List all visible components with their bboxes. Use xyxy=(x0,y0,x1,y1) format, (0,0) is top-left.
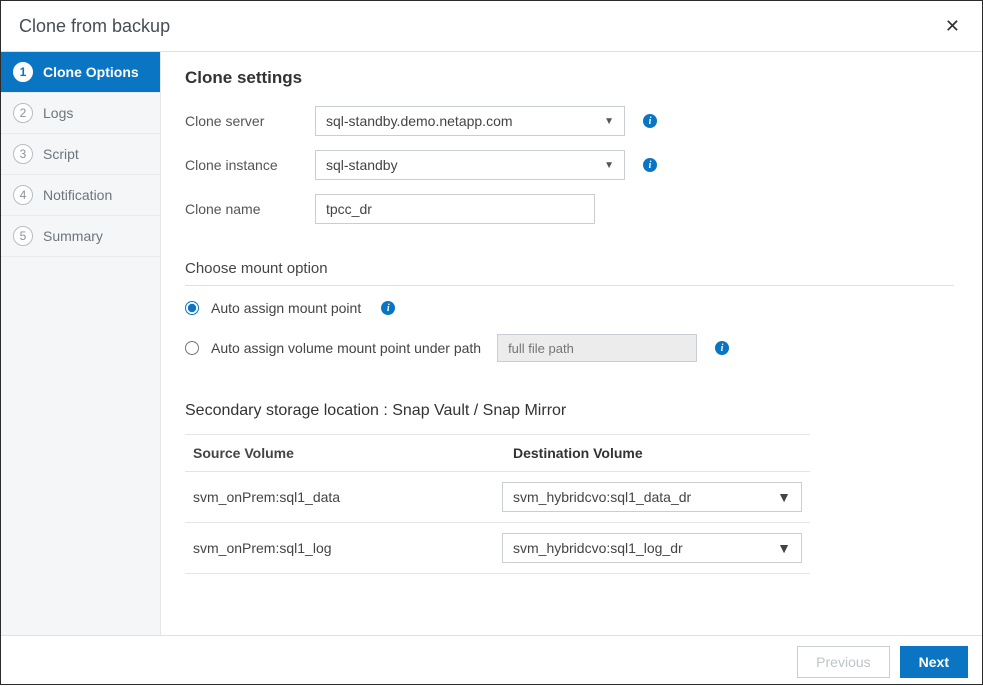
mount-option-header: Choose mount option xyxy=(185,260,954,286)
previous-button: Previous xyxy=(797,646,889,678)
mount-path-label: Auto assign volume mount point under pat… xyxy=(211,340,481,356)
clone-instance-row: Clone instance sql-standby ▼ i xyxy=(185,150,954,180)
volume-table-header: Source Volume Destination Volume xyxy=(185,434,810,472)
dialog-body: 1 Clone Options 2 Logs 3 Script 4 Notifi… xyxy=(1,52,982,635)
clone-server-select[interactable]: sql-standby.demo.netapp.com ▼ xyxy=(315,106,625,136)
clone-settings-header: Clone settings xyxy=(185,68,954,88)
step-number: 2 xyxy=(13,103,33,123)
next-button[interactable]: Next xyxy=(900,646,968,678)
mount-auto-label: Auto assign mount point xyxy=(211,300,361,316)
mount-auto-radio[interactable] xyxy=(185,301,199,315)
dialog-footer: Previous Next xyxy=(1,635,982,687)
step-summary[interactable]: 5 Summary xyxy=(1,216,160,257)
mount-path-row: Auto assign volume mount point under pat… xyxy=(185,334,954,362)
dialog-header: Clone from backup ✕ xyxy=(1,1,982,52)
clone-name-label: Clone name xyxy=(185,201,315,217)
info-icon[interactable]: i xyxy=(643,114,657,128)
step-label: Summary xyxy=(43,228,103,244)
step-logs[interactable]: 2 Logs xyxy=(1,93,160,134)
destination-volume-select[interactable]: svm_hybridcvo:sql1_data_dr ▼ xyxy=(502,482,802,512)
info-icon[interactable]: i xyxy=(381,301,395,315)
step-notification[interactable]: 4 Notification xyxy=(1,175,160,216)
table-row: svm_onPrem:sql1_log svm_hybridcvo:sql1_l… xyxy=(185,523,810,574)
clone-instance-label: Clone instance xyxy=(185,157,315,173)
step-label: Script xyxy=(43,146,79,162)
caret-down-icon: ▼ xyxy=(604,116,614,127)
step-number: 5 xyxy=(13,226,33,246)
wizard-sidebar: 1 Clone Options 2 Logs 3 Script 4 Notifi… xyxy=(1,52,161,635)
col-dest-header: Destination Volume xyxy=(513,445,802,461)
step-label: Logs xyxy=(43,105,73,121)
step-number: 4 xyxy=(13,185,33,205)
step-label: Clone Options xyxy=(43,64,139,80)
clone-instance-select[interactable]: sql-standby ▼ xyxy=(315,150,625,180)
info-icon[interactable]: i xyxy=(643,158,657,172)
close-icon[interactable]: ✕ xyxy=(941,13,964,39)
step-number: 3 xyxy=(13,144,33,164)
clone-server-value: sql-standby.demo.netapp.com xyxy=(326,113,513,129)
clone-instance-value: sql-standby xyxy=(326,157,398,173)
source-volume-cell: svm_onPrem:sql1_log xyxy=(193,540,502,556)
info-icon[interactable]: i xyxy=(715,341,729,355)
destination-volume-value: svm_hybridcvo:sql1_data_dr xyxy=(513,489,691,505)
source-volume-cell: svm_onPrem:sql1_data xyxy=(193,489,502,505)
clone-name-row: Clone name xyxy=(185,194,954,224)
caret-down-icon: ▼ xyxy=(777,540,791,556)
dialog-title: Clone from backup xyxy=(19,16,170,37)
volume-table: Source Volume Destination Volume svm_onP… xyxy=(185,434,810,574)
mount-path-radio[interactable] xyxy=(185,341,199,355)
clone-name-field-wrap xyxy=(315,194,595,224)
step-clone-options[interactable]: 1 Clone Options xyxy=(1,52,160,93)
step-label: Notification xyxy=(43,187,112,203)
step-script[interactable]: 3 Script xyxy=(1,134,160,175)
clone-server-label: Clone server xyxy=(185,113,315,129)
caret-down-icon: ▼ xyxy=(604,160,614,171)
col-source-header: Source Volume xyxy=(193,445,513,461)
mount-path-input xyxy=(497,334,697,362)
step-number: 1 xyxy=(13,62,33,82)
destination-volume-value: svm_hybridcvo:sql1_log_dr xyxy=(513,540,683,556)
clone-name-input[interactable] xyxy=(326,201,584,217)
table-row: svm_onPrem:sql1_data svm_hybridcvo:sql1_… xyxy=(185,472,810,523)
storage-location-header: Secondary storage location : Snap Vault … xyxy=(185,402,954,420)
caret-down-icon: ▼ xyxy=(777,489,791,505)
main-panel: Clone settings Clone server sql-standby.… xyxy=(161,52,982,635)
destination-volume-select[interactable]: svm_hybridcvo:sql1_log_dr ▼ xyxy=(502,533,802,563)
clone-server-row: Clone server sql-standby.demo.netapp.com… xyxy=(185,106,954,136)
mount-auto-row: Auto assign mount point i xyxy=(185,300,954,316)
